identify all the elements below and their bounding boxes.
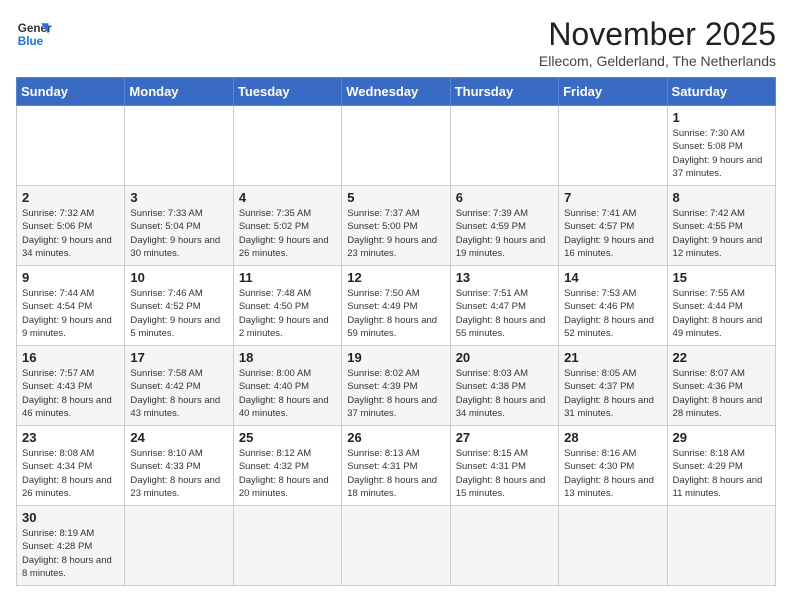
calendar-row-1: 1 Sunrise: 7:30 AMSunset: 5:08 PMDayligh… — [17, 106, 776, 186]
day-cell-empty-30-5 — [559, 506, 667, 586]
calendar-row-4: 16 Sunrise: 7:57 AMSunset: 4:43 PMDaylig… — [17, 346, 776, 426]
day-cell-16: 16 Sunrise: 7:57 AMSunset: 4:43 PMDaylig… — [17, 346, 125, 426]
calendar-row-2: 2 Sunrise: 7:32 AMSunset: 5:06 PMDayligh… — [17, 186, 776, 266]
day-cell-2: 2 Sunrise: 7:32 AMSunset: 5:06 PMDayligh… — [17, 186, 125, 266]
day-cell-15: 15 Sunrise: 7:55 AMSunset: 4:44 PMDaylig… — [667, 266, 775, 346]
calendar-row-3: 9 Sunrise: 7:44 AMSunset: 4:54 PMDayligh… — [17, 266, 776, 346]
month-title: November 2025 — [539, 16, 776, 53]
logo: General Blue — [16, 16, 52, 52]
header-saturday: Saturday — [667, 78, 775, 106]
day-info-1: Sunrise: 7:30 AMSunset: 5:08 PMDaylight:… — [673, 127, 770, 180]
day-cell-empty-6 — [559, 106, 667, 186]
day-cell-empty-1 — [17, 106, 125, 186]
header-wednesday: Wednesday — [342, 78, 450, 106]
calendar: Sunday Monday Tuesday Wednesday Thursday… — [16, 77, 776, 586]
day-cell-10: 10 Sunrise: 7:46 AMSunset: 4:52 PMDaylig… — [125, 266, 233, 346]
day-cell-18: 18 Sunrise: 8:00 AMSunset: 4:40 PMDaylig… — [233, 346, 341, 426]
logo-icon: General Blue — [16, 16, 52, 52]
day-cell-12: 12 Sunrise: 7:50 AMSunset: 4:49 PMDaylig… — [342, 266, 450, 346]
header-thursday: Thursday — [450, 78, 558, 106]
day-cell-29: 29 Sunrise: 8:18 AMSunset: 4:29 PMDaylig… — [667, 426, 775, 506]
day-cell-26: 26 Sunrise: 8:13 AMSunset: 4:31 PMDaylig… — [342, 426, 450, 506]
location: Ellecom, Gelderland, The Netherlands — [539, 53, 776, 69]
day-cell-14: 14 Sunrise: 7:53 AMSunset: 4:46 PMDaylig… — [559, 266, 667, 346]
day-cell-23: 23 Sunrise: 8:08 AMSunset: 4:34 PMDaylig… — [17, 426, 125, 506]
day-cell-11: 11 Sunrise: 7:48 AMSunset: 4:50 PMDaylig… — [233, 266, 341, 346]
day-cell-19: 19 Sunrise: 8:02 AMSunset: 4:39 PMDaylig… — [342, 346, 450, 426]
day-cell-1: 1 Sunrise: 7:30 AMSunset: 5:08 PMDayligh… — [667, 106, 775, 186]
day-cell-27: 27 Sunrise: 8:15 AMSunset: 4:31 PMDaylig… — [450, 426, 558, 506]
svg-text:Blue: Blue — [18, 35, 44, 48]
day-cell-empty-3 — [233, 106, 341, 186]
header-sunday: Sunday — [17, 78, 125, 106]
day-cell-empty-4 — [342, 106, 450, 186]
day-number-1: 1 — [673, 110, 770, 125]
day-cell-25: 25 Sunrise: 8:12 AMSunset: 4:32 PMDaylig… — [233, 426, 341, 506]
day-cell-8: 8 Sunrise: 7:42 AMSunset: 4:55 PMDayligh… — [667, 186, 775, 266]
day-cell-17: 17 Sunrise: 7:58 AMSunset: 4:42 PMDaylig… — [125, 346, 233, 426]
day-cell-empty-30-6 — [667, 506, 775, 586]
weekday-header-row: Sunday Monday Tuesday Wednesday Thursday… — [17, 78, 776, 106]
day-cell-9: 9 Sunrise: 7:44 AMSunset: 4:54 PMDayligh… — [17, 266, 125, 346]
day-cell-24: 24 Sunrise: 8:10 AMSunset: 4:33 PMDaylig… — [125, 426, 233, 506]
header-tuesday: Tuesday — [233, 78, 341, 106]
day-cell-22: 22 Sunrise: 8:07 AMSunset: 4:36 PMDaylig… — [667, 346, 775, 426]
day-cell-empty-30-4 — [450, 506, 558, 586]
calendar-row-5: 23 Sunrise: 8:08 AMSunset: 4:34 PMDaylig… — [17, 426, 776, 506]
day-cell-empty-30-3 — [342, 506, 450, 586]
day-cell-20: 20 Sunrise: 8:03 AMSunset: 4:38 PMDaylig… — [450, 346, 558, 426]
title-area: November 2025 Ellecom, Gelderland, The N… — [539, 16, 776, 69]
header: General Blue November 2025 Ellecom, Geld… — [16, 16, 776, 69]
calendar-row-6: 30 Sunrise: 8:19 AMSunset: 4:28 PMDaylig… — [17, 506, 776, 586]
day-cell-13: 13 Sunrise: 7:51 AMSunset: 4:47 PMDaylig… — [450, 266, 558, 346]
day-cell-3: 3 Sunrise: 7:33 AMSunset: 5:04 PMDayligh… — [125, 186, 233, 266]
day-cell-6: 6 Sunrise: 7:39 AMSunset: 4:59 PMDayligh… — [450, 186, 558, 266]
header-friday: Friday — [559, 78, 667, 106]
day-cell-empty-30-2 — [233, 506, 341, 586]
day-cell-4: 4 Sunrise: 7:35 AMSunset: 5:02 PMDayligh… — [233, 186, 341, 266]
day-cell-empty-30-1 — [125, 506, 233, 586]
day-cell-28: 28 Sunrise: 8:16 AMSunset: 4:30 PMDaylig… — [559, 426, 667, 506]
day-cell-empty-5 — [450, 106, 558, 186]
day-cell-21: 21 Sunrise: 8:05 AMSunset: 4:37 PMDaylig… — [559, 346, 667, 426]
day-cell-7: 7 Sunrise: 7:41 AMSunset: 4:57 PMDayligh… — [559, 186, 667, 266]
day-cell-30: 30 Sunrise: 8:19 AMSunset: 4:28 PMDaylig… — [17, 506, 125, 586]
day-cell-5: 5 Sunrise: 7:37 AMSunset: 5:00 PMDayligh… — [342, 186, 450, 266]
header-monday: Monday — [125, 78, 233, 106]
day-cell-empty-2 — [125, 106, 233, 186]
